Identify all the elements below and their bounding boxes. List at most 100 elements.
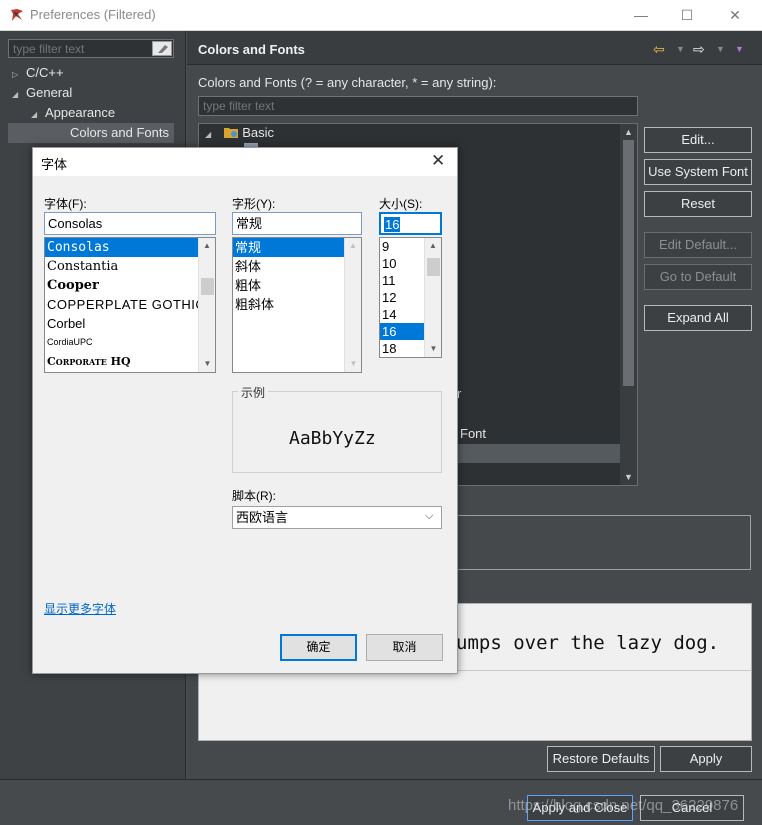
font-size-list[interactable]: 9 10 11 12 14 16 18 ▲ ▼ (379, 237, 442, 358)
ok-button-label: 确定 (306, 640, 331, 654)
size-list-item[interactable]: 16 (380, 323, 424, 340)
size-list-item[interactable]: 12 (380, 289, 424, 306)
collapse-arrow-icon[interactable]: ◢ (12, 85, 26, 105)
font-list-item[interactable]: COPPERPLATE GOTHIC (45, 295, 198, 314)
scroll-up-icon[interactable]: ▲ (620, 124, 637, 140)
page-description: Colors and Fonts (? = any character, * =… (198, 75, 497, 90)
scroll-up-icon[interactable]: ▲ (425, 238, 441, 254)
sample-text: AaBbYyZz (289, 428, 376, 449)
tree-item-basic[interactable]: ◢ Basic (205, 123, 274, 143)
font-style-input[interactable]: 常规 (232, 212, 362, 235)
page-title: Colors and Fonts (198, 42, 305, 57)
font-list-scrollbar[interactable]: ▲ ▼ (198, 238, 215, 372)
font-list-item[interactable]: Cooper (45, 276, 198, 295)
close-icon: ✕ (729, 7, 741, 23)
apply-button[interactable]: Apply (660, 746, 752, 772)
watermark-text: https://blog.csdn.net/qq_36229876 (508, 797, 739, 814)
size-list-item[interactable]: 14 (380, 306, 424, 323)
size-list-scrollbar[interactable]: ▲ ▼ (424, 238, 441, 357)
nav-tree-label: C/C++ (26, 65, 64, 80)
font-style-list[interactable]: 常规 斜体 粗体 粗斜体 ▲ ▼ (232, 237, 362, 373)
scroll-down-icon[interactable]: ▼ (345, 356, 361, 372)
style-list-item[interactable]: 常规 (233, 238, 344, 257)
scroll-down-icon[interactable]: ▼ (199, 356, 215, 372)
use-system-font-button[interactable]: Use System Font (644, 159, 752, 185)
tree-scrollbar[interactable]: ▲ ▼ (620, 124, 637, 485)
go-to-default-button[interactable]: Go to Default (644, 264, 752, 290)
tree-item-label: Basic (242, 125, 275, 140)
font-size-label: 大小(S): (379, 197, 423, 211)
edit-default-label: Edit Default... (658, 237, 738, 252)
script-select-value: 西欧语言 (236, 510, 289, 525)
size-list-item[interactable]: 18 (380, 340, 424, 357)
edit-button[interactable]: Edit... (644, 127, 752, 153)
size-list-item[interactable]: 10 (380, 255, 424, 272)
font-family-list[interactable]: Consolas Constantia Cooper COPPERPLATE G… (44, 237, 216, 373)
colors-fonts-filter-input[interactable] (198, 96, 638, 116)
font-dialog-titlebar (33, 148, 457, 176)
dialog-close-icon[interactable]: ✕ (431, 151, 445, 171)
font-list-item[interactable]: Corbel (45, 314, 198, 333)
ok-button[interactable]: 确定 (280, 634, 357, 661)
restore-defaults-label: Restore Defaults (552, 751, 650, 766)
font-style-label: 字形(Y): (232, 197, 276, 211)
nav-filter-input[interactable] (8, 39, 174, 58)
font-family-label: 字体(F): (44, 197, 87, 211)
dialog-cancel-button[interactable]: 取消 (366, 634, 443, 661)
font-list-item[interactable]: Corporate HQ (45, 352, 198, 371)
scroll-down-icon[interactable]: ▼ (425, 341, 441, 357)
description-box (455, 515, 751, 570)
eclipse-app-icon (11, 9, 23, 21)
nav-tree-item-appearance[interactable]: ◢ Appearance (31, 103, 115, 123)
reset-button-label: Reset (681, 196, 715, 211)
back-arrow-icon[interactable]: ⇦ (653, 41, 665, 58)
collapse-arrow-icon[interactable]: ◢ (205, 125, 219, 145)
scroll-up-icon[interactable]: ▲ (199, 238, 215, 254)
nav-tree-label: Colors and Fonts (70, 125, 169, 140)
expand-arrow-icon[interactable]: ▷ (12, 65, 26, 85)
expand-all-button[interactable]: Expand All (644, 305, 752, 331)
collapse-arrow-icon[interactable]: ◢ (31, 105, 45, 125)
window-titlebar: Preferences (Filtered) — ☐ ✕ (0, 0, 762, 31)
size-list-item[interactable]: 9 (380, 238, 424, 255)
edit-button-label: Edit... (681, 132, 715, 147)
forward-arrow-icon[interactable]: ⇨ (693, 41, 705, 58)
back-menu-chevron-icon[interactable]: ▼ (676, 44, 685, 54)
minimize-button[interactable]: — (618, 0, 664, 31)
nav-tree-label: General (26, 85, 73, 100)
nav-tree-item-general[interactable]: ◢ General (12, 83, 72, 103)
maximize-button[interactable]: ☐ (664, 0, 710, 31)
tree-selected-row[interactable] (458, 444, 620, 463)
edit-default-button[interactable]: Edit Default... (644, 232, 752, 258)
font-list-item[interactable]: Constantia (45, 257, 198, 276)
style-list-item[interactable]: 粗体 (233, 276, 344, 295)
size-list-item[interactable]: 11 (380, 272, 424, 289)
font-size-input[interactable]: 16 (379, 212, 442, 235)
close-button[interactable]: ✕ (712, 0, 758, 31)
style-list-scrollbar[interactable]: ▲ ▼ (344, 238, 361, 372)
scroll-thumb[interactable] (623, 140, 634, 386)
nav-tree-item-colors-and-fonts[interactable]: Colors and Fonts (8, 123, 174, 143)
style-list-item[interactable]: 斜体 (233, 257, 344, 276)
font-list-item[interactable]: CordiaUPC (45, 333, 198, 352)
script-select[interactable]: 西欧语言 ⌵ (232, 506, 442, 529)
nav-tree-label: Appearance (45, 105, 116, 120)
preview-text: umps over the lazy dog. (456, 632, 720, 654)
nav-tree-item-cpp[interactable]: ▷ C/C++ (12, 63, 64, 83)
font-list-item[interactable]: Consolas (45, 238, 198, 257)
style-list-item[interactable]: 粗斜体 (233, 295, 344, 314)
forward-menu-chevron-icon[interactable]: ▼ (716, 44, 725, 54)
restore-defaults-button[interactable]: Restore Defaults (547, 746, 655, 772)
clear-filter-button[interactable] (152, 41, 172, 56)
show-more-fonts-link[interactable]: 显示更多字体 (44, 600, 116, 617)
scroll-thumb[interactable] (427, 258, 440, 276)
reset-button[interactable]: Reset (644, 191, 752, 217)
font-family-input[interactable]: Consolas (44, 212, 216, 235)
font-size-value: 16 (384, 217, 401, 232)
scroll-up-icon[interactable]: ▲ (345, 238, 361, 254)
view-menu-icon[interactable]: ▼ (735, 44, 744, 54)
eraser-icon (158, 45, 168, 53)
scroll-thumb[interactable] (201, 278, 214, 295)
scroll-down-icon[interactable]: ▼ (620, 469, 637, 485)
font-dialog: 字体 ✕ 字体(F): Consolas Consolas Constantia… (32, 147, 458, 674)
